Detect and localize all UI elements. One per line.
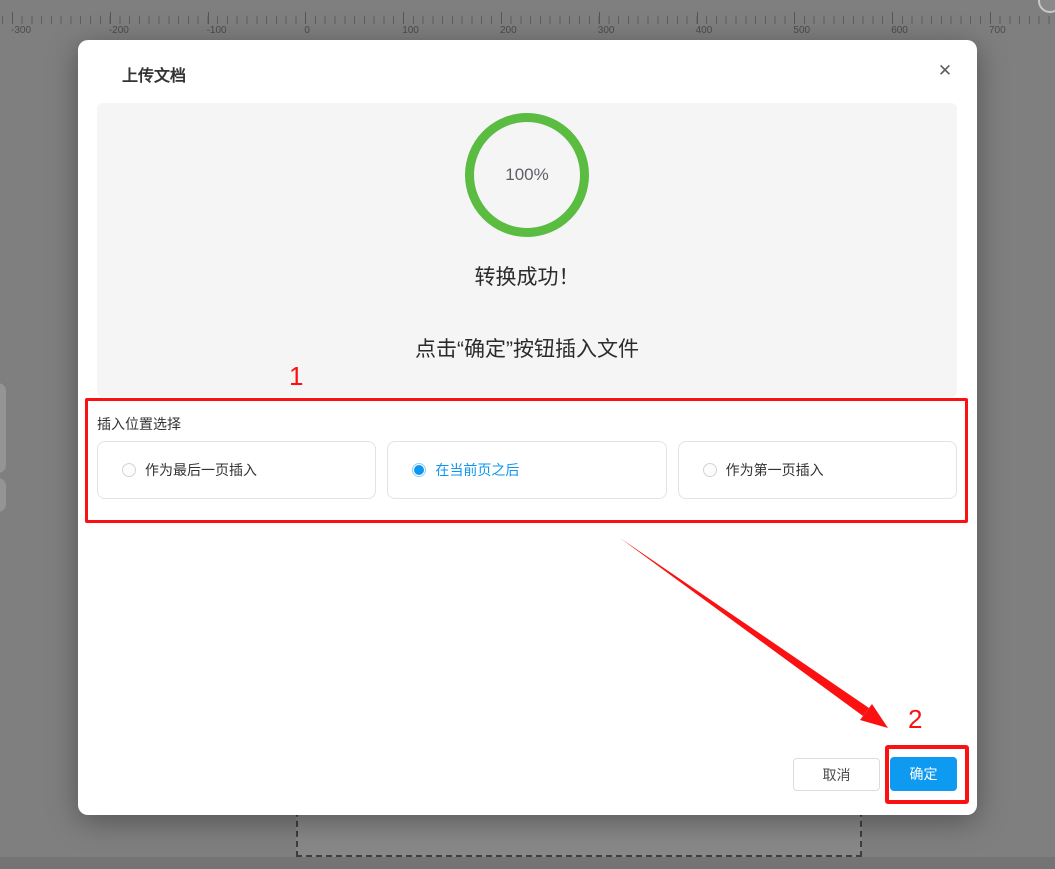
ruler-major-tick	[403, 12, 404, 24]
left-toolbar-fragment	[0, 478, 6, 512]
ruler-major-tick	[110, 12, 111, 24]
ruler-label: 400	[696, 25, 713, 36]
ruler-label: 600	[891, 25, 908, 36]
ruler-major-tick	[794, 12, 795, 24]
confirm-hint-message: 点击“确定”按钮插入文件	[97, 333, 957, 363]
ruler-label: 0	[304, 25, 310, 36]
dialog-title: 上传文档	[122, 62, 186, 86]
ruler-major-tick	[305, 12, 306, 24]
close-icon[interactable]: ✕	[930, 56, 960, 86]
progress-circle: 100%	[465, 113, 589, 237]
ruler-major-tick	[599, 12, 600, 24]
insert-position-options: 作为最后一页插入 在当前页之后 作为第一页插入	[97, 441, 957, 499]
ruler-major-tick	[12, 12, 13, 24]
ruler-major-tick	[208, 12, 209, 24]
option-insert-as-first-page[interactable]: 作为第一页插入	[678, 441, 957, 499]
option-label: 作为最后一页插入	[145, 460, 257, 480]
left-toolbar-fragment	[0, 383, 6, 473]
radio-icon[interactable]	[412, 463, 426, 477]
upload-document-dialog: 上传文档 ✕ 100% 转换成功！ 点击“确定”按钮插入文件 插入位置选择 作为…	[78, 40, 977, 815]
conversion-success-message: 转换成功！	[97, 261, 957, 291]
ruler-label: 700	[989, 25, 1006, 36]
ruler-major-tick	[697, 12, 698, 24]
cancel-button[interactable]: 取消	[793, 758, 880, 791]
option-insert-after-current-page[interactable]: 在当前页之后	[387, 441, 666, 499]
ruler-label: 500	[793, 25, 810, 36]
ruler-label: -200	[109, 25, 129, 36]
ruler-label: 200	[500, 25, 517, 36]
radio-icon[interactable]	[122, 463, 136, 477]
editor-dimmed-background: { "ruler": { "labels": ["-300", "-200", …	[0, 0, 1055, 869]
conversion-status-panel: 100% 转换成功！ 点击“确定”按钮插入文件	[97, 103, 957, 397]
insert-position-label: 插入位置选择	[97, 414, 181, 434]
ruler-label: -100	[207, 25, 227, 36]
ruler-label: 100	[402, 25, 419, 36]
progress-percent: 100%	[505, 165, 548, 185]
ruler-major-tick	[501, 12, 502, 24]
horizontal-ruler: -300 -200 -100 0 100 200 300 400 500 600 700	[0, 0, 1055, 38]
ruler-major-tick	[990, 12, 991, 24]
confirm-button[interactable]: 确定	[890, 757, 957, 791]
ruler-label: -300	[11, 25, 31, 36]
canvas-page-edge	[0, 857, 1055, 869]
radio-icon[interactable]	[703, 463, 717, 477]
option-insert-as-last-page[interactable]: 作为最后一页插入	[97, 441, 376, 499]
option-label: 作为第一页插入	[726, 460, 824, 480]
ruler-label: 300	[598, 25, 615, 36]
option-label: 在当前页之后	[435, 460, 519, 480]
ruler-major-tick	[892, 12, 893, 24]
